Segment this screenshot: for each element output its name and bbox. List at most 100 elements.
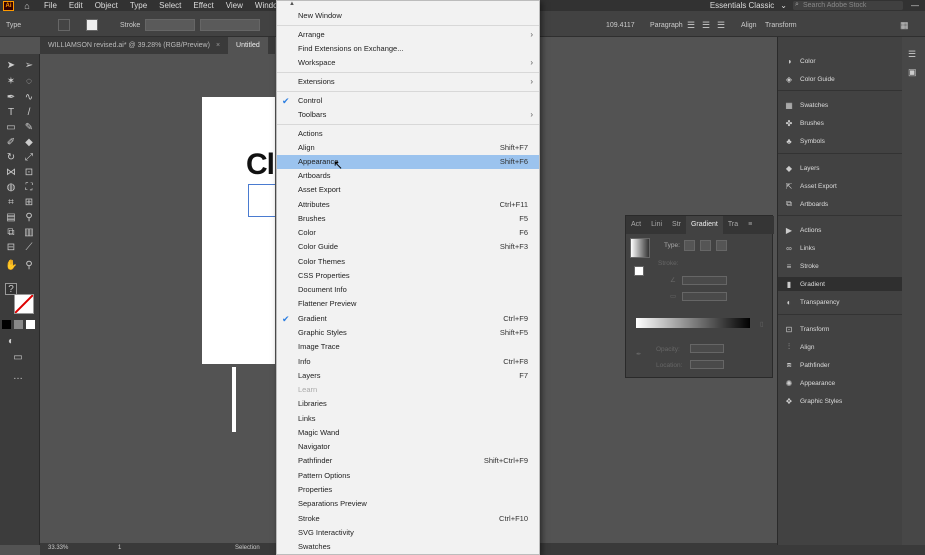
panel-symbols[interactable]: ♣ Symbols: [778, 134, 903, 148]
live-paint-tool-icon[interactable]: ⛶: [23, 182, 35, 194]
radial-gradient-icon[interactable]: [700, 240, 711, 251]
fill-stroke-swatch[interactable]: [634, 266, 644, 276]
gradient-tool-icon[interactable]: ▤: [5, 212, 17, 224]
menu-item-navigator[interactable]: Navigator: [277, 440, 539, 454]
tab-stroke[interactable]: Str: [667, 216, 686, 234]
eyedropper-icon[interactable]: ✒: [636, 350, 641, 358]
menu-item-find-extensions[interactable]: Find Extensions on Exchange...: [277, 42, 539, 56]
selection-bounding-box[interactable]: [248, 184, 275, 217]
direct-selection-tool-icon[interactable]: ➢: [23, 60, 35, 72]
menu-item-gradient[interactable]: ✔ Gradient Ctrl+F9: [277, 312, 539, 326]
panel-artboards[interactable]: ⧉ Artboards: [778, 197, 903, 211]
chevron-down-icon[interactable]: ⌄: [780, 1, 787, 10]
paragraph-link[interactable]: Paragraph: [650, 22, 683, 29]
gradient-mode-icon[interactable]: [14, 320, 23, 329]
menu-item-color[interactable]: Color F6: [277, 226, 539, 240]
menu-item-flattener-preview[interactable]: Flattener Preview: [277, 297, 539, 311]
graph-tool-icon[interactable]: ▥: [23, 227, 35, 239]
color-mode-icon[interactable]: [2, 320, 11, 329]
align-right-icon[interactable]: ☰: [717, 20, 725, 31]
panel-layers[interactable]: ◆ Layers: [778, 161, 903, 175]
gradient-thumbnail[interactable]: [630, 238, 650, 258]
menu-item-workspace[interactable]: Workspace ›: [277, 56, 539, 70]
menu-item-brushes[interactable]: Brushes F5: [277, 212, 539, 226]
none-mode-icon[interactable]: [26, 320, 35, 329]
shaper-tool-icon[interactable]: ✐: [5, 137, 17, 149]
menu-item-pattern-options[interactable]: Pattern Options: [277, 469, 539, 483]
zoom-level[interactable]: 33.33%: [48, 545, 68, 551]
workspace-switcher[interactable]: Essentials Classic: [710, 1, 774, 10]
tab-untitled[interactable]: Untitled: [228, 37, 268, 54]
type-tool-icon[interactable]: T: [5, 107, 17, 119]
menu-item-css-properties[interactable]: CSS Properties: [277, 269, 539, 283]
menu-item-artboards[interactable]: Artboards: [277, 169, 539, 183]
panel-color[interactable]: ◑ Color: [778, 54, 903, 68]
artboard-tool-icon[interactable]: ⊟: [5, 242, 17, 254]
panel-transform[interactable]: ⊡ Transform: [778, 322, 903, 336]
rotate-tool-icon[interactable]: ↻: [5, 152, 17, 164]
tab-williamson[interactable]: WILLIAMSON revised.ai* @ 39.28% (RGB/Pre…: [40, 37, 228, 54]
selection-tool-icon[interactable]: ➤: [5, 60, 17, 72]
tab-actions[interactable]: Act: [626, 216, 646, 234]
menu-item-svg-interactivity[interactable]: SVG Interactivity: [277, 526, 539, 540]
eyedropper-tool-icon[interactable]: ⚲: [23, 212, 35, 224]
panel-links[interactable]: ∞ Links: [778, 241, 903, 255]
menu-item-toolbars[interactable]: Toolbars ›: [277, 108, 539, 122]
menu-item-stroke[interactable]: Stroke Ctrl+F10: [277, 512, 539, 526]
scale-tool-icon[interactable]: ⤢: [23, 152, 35, 164]
rectangle-tool-icon[interactable]: ▭: [5, 122, 17, 134]
menu-item-magic-wand[interactable]: Magic Wand: [277, 426, 539, 440]
line-tool-icon[interactable]: /: [23, 107, 35, 119]
panel-actions[interactable]: ▶ Actions: [778, 223, 903, 237]
properties-icon[interactable]: ☰: [908, 49, 916, 60]
location-field[interactable]: [690, 360, 724, 369]
zoom-tool-icon[interactable]: ⚲: [23, 260, 35, 272]
screen-mode-icon[interactable]: ▭: [12, 352, 24, 364]
width-tool-icon[interactable]: ⋈: [5, 167, 17, 179]
menu-file[interactable]: File: [44, 1, 57, 10]
menu-item-swatches[interactable]: Swatches: [277, 540, 539, 554]
menu-item-separations-preview[interactable]: Separations Preview: [277, 497, 539, 511]
pen-tool-icon[interactable]: ✒: [5, 92, 17, 104]
free-transform-tool-icon[interactable]: ⊡: [23, 167, 35, 179]
mesh-tool-icon[interactable]: ⊞: [23, 197, 35, 209]
stroke-color-icon[interactable]: [14, 294, 34, 314]
menu-item-arrange[interactable]: Arrange ›: [277, 28, 539, 42]
align-link[interactable]: Align: [741, 22, 757, 29]
tab-links[interactable]: Lini: [646, 216, 667, 234]
align-left-icon[interactable]: ☰: [687, 20, 695, 31]
artwork-text[interactable]: Cl: [246, 148, 275, 182]
menu-item-new-window[interactable]: New Window: [277, 9, 539, 23]
canvas-area[interactable]: Cl: [40, 54, 275, 545]
menu-item-color-themes[interactable]: Color Themes: [277, 255, 539, 269]
minimize-icon[interactable]: —: [911, 1, 919, 10]
arrange-documents-icon[interactable]: ▦: [900, 20, 909, 31]
panel-transparency[interactable]: ◐ Transparency: [778, 295, 903, 309]
perspective-grid-tool-icon[interactable]: ⌗: [5, 197, 17, 209]
menu-item-color-guide[interactable]: Color Guide Shift+F3: [277, 240, 539, 254]
home-icon[interactable]: ⌂: [22, 1, 32, 11]
artboard-number[interactable]: 1: [118, 545, 121, 551]
menu-effect[interactable]: Effect: [193, 1, 213, 10]
lasso-tool-icon[interactable]: ◌: [23, 76, 35, 88]
slice-tool-icon[interactable]: ⟋: [23, 242, 35, 254]
menu-item-layers[interactable]: Layers F7: [277, 369, 539, 383]
panel-color-guide[interactable]: ◈ Color Guide: [778, 72, 903, 86]
menu-item-properties[interactable]: Properties: [277, 483, 539, 497]
menu-item-appearance[interactable]: Appearance Shift+F6: [277, 155, 539, 169]
align-center-icon[interactable]: ☰: [702, 20, 710, 31]
menu-item-control[interactable]: ✔ Control: [277, 94, 539, 108]
tab-gradient[interactable]: Gradient: [685, 216, 723, 234]
panel-menu-icon[interactable]: ≡: [743, 216, 757, 234]
curvature-tool-icon[interactable]: ∿: [23, 92, 35, 104]
hand-tool-icon[interactable]: ✋: [5, 260, 17, 272]
panel-align[interactable]: ⫶ Align: [778, 340, 903, 354]
panel-graphic-styles[interactable]: ❖ Graphic Styles: [778, 394, 903, 408]
panel-appearance[interactable]: ✺ Appearance: [778, 376, 903, 390]
menu-item-attributes[interactable]: Attributes Ctrl+F11: [277, 198, 539, 212]
font-size-value[interactable]: 109.4117: [606, 22, 635, 29]
menu-item-info[interactable]: Info Ctrl+F8: [277, 355, 539, 369]
transform-link[interactable]: Transform: [765, 22, 797, 29]
menu-item-extensions[interactable]: Extensions ›: [277, 75, 539, 89]
shape-builder-tool-icon[interactable]: ◍: [5, 182, 17, 194]
